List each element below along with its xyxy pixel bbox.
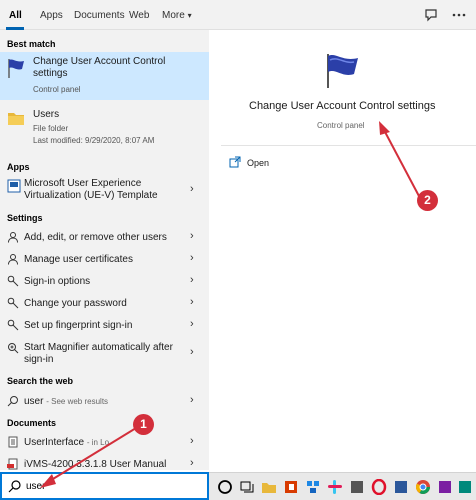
callout-2: 2: [417, 190, 438, 211]
start-menu-search: All Apps Documents Web More ▾ Best match…: [0, 0, 476, 500]
callout-1: 1: [133, 414, 154, 435]
annotation-arrows: [40, 121, 421, 488]
